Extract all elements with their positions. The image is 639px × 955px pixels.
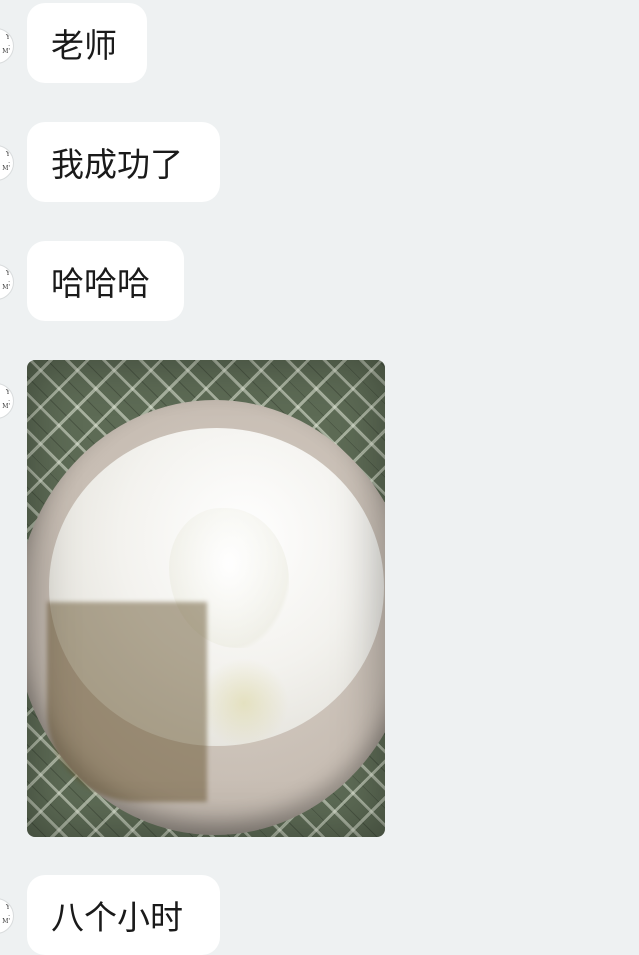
message-text: 八个小时	[51, 898, 183, 937]
hand-shadow	[47, 602, 207, 802]
message-text: 哈哈哈	[51, 264, 150, 303]
sender-avatar[interactable]: Y . M'	[0, 898, 14, 934]
message-text: 我成功了	[51, 145, 183, 184]
sender-avatar[interactable]: Y . M'	[0, 264, 14, 300]
message-bubble[interactable]: 哈哈哈	[27, 241, 184, 321]
avatar-logo-text: Y . M'	[2, 389, 10, 410]
message-bubble[interactable]: 八个小时	[27, 875, 220, 955]
message-bubble[interactable]: 我成功了	[27, 122, 220, 202]
sender-avatar[interactable]: Y . M'	[0, 28, 14, 64]
avatar-logo-text: Y . M'	[2, 151, 10, 172]
message-bubble[interactable]: 老师	[27, 3, 147, 83]
sender-avatar[interactable]: Y . M'	[0, 383, 14, 419]
avatar-logo-text: Y . M'	[2, 270, 10, 291]
message-text: 老师	[51, 26, 117, 65]
avatar-logo-text: Y . M'	[2, 904, 10, 925]
avatar-logo-text: Y . M'	[2, 34, 10, 55]
yogurt-photo[interactable]	[27, 360, 385, 837]
sender-avatar[interactable]: Y . M'	[0, 145, 14, 181]
whey-spot	[199, 658, 289, 748]
